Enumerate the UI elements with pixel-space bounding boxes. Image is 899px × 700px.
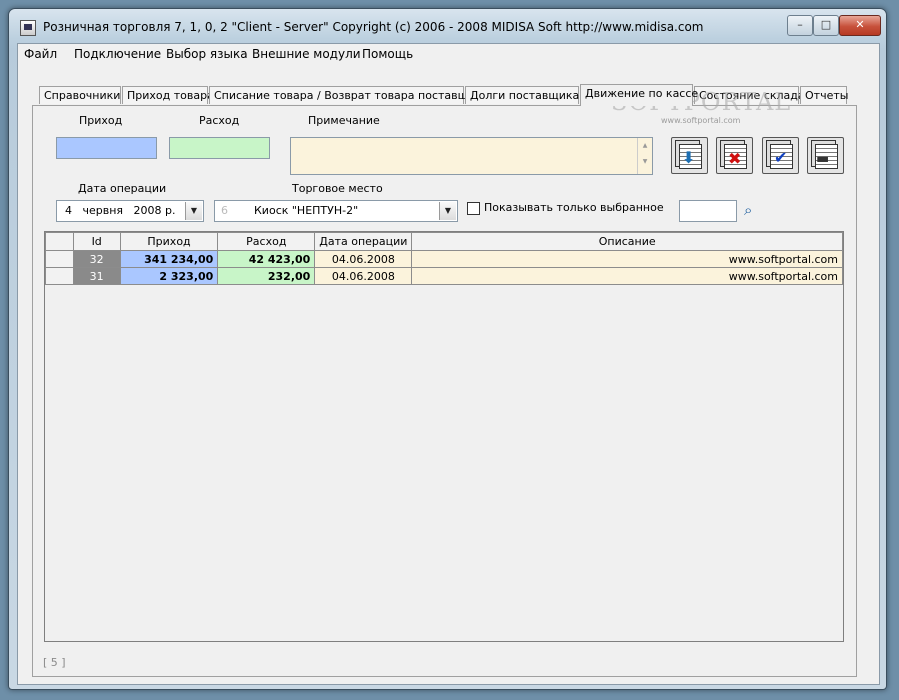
red-x-icon: ✖ <box>728 149 742 168</box>
client-area: Файл Подключение Выбор языка Внешние мод… <box>17 43 880 685</box>
maximize-button[interactable]: □ <box>813 15 839 36</box>
app-icon <box>20 20 36 36</box>
check-icon: ✔ <box>774 148 788 167</box>
place-code: 6 <box>221 204 228 217</box>
menu-language[interactable]: Выбор языка <box>166 47 248 61</box>
menu-bar: Файл Подключение Выбор языка Внешние мод… <box>18 44 879 64</box>
menu-connection[interactable]: Подключение <box>74 47 161 61</box>
cell-income[interactable]: 341 234,00 <box>119 250 219 268</box>
window-title: Розничная торговля 7, 1, 0, 2 "Client - … <box>43 20 704 34</box>
column-header-income[interactable]: Приход <box>119 232 219 251</box>
cell-income[interactable]: 2 323,00 <box>119 267 219 285</box>
status-record-count: [ 5 ] <box>43 656 66 669</box>
expense-label: Расход <box>199 114 240 127</box>
place-select[interactable]: 6 Киоск "НЕПТУН-2" ▼ <box>214 200 458 222</box>
expense-field[interactable] <box>169 137 270 159</box>
show-selected-checkbox[interactable] <box>467 202 480 215</box>
watermark-sub: www.softportal.com <box>661 116 741 125</box>
tab-reports[interactable]: Отчеты <box>800 86 848 104</box>
tab-directories[interactable]: Справочники <box>39 86 121 104</box>
down-arrow-icon: ⬇ <box>682 148 696 167</box>
app-window: Розничная торговля 7, 1, 0, 2 "Client - … <box>8 8 887 690</box>
cell-id[interactable]: 31 <box>72 267 121 285</box>
table-row[interactable]: 31 2 323,00 232,00 04.06.2008 www.softpo… <box>45 267 843 285</box>
note-scrollbar[interactable]: ▲ ▼ <box>637 138 652 174</box>
chevron-down-icon[interactable]: ▼ <box>439 202 456 220</box>
row-indicator[interactable] <box>45 267 74 285</box>
column-header-date[interactable]: Дата операции <box>314 232 413 251</box>
tab-goods-receipt[interactable]: Приход товара <box>122 86 214 104</box>
column-header-expense[interactable]: Расход <box>217 232 316 251</box>
table-header-row: Id Приход Расход Дата операции Описание <box>45 232 843 251</box>
tab-write-off[interactable]: Списание товара / Возврат товара поставщ… <box>209 86 488 104</box>
tab-supplier-debts[interactable]: Долги поставщикам <box>465 86 588 104</box>
cash-operations-grid: Id Приход Расход Дата операции Описание … <box>44 231 844 642</box>
menu-external-modules[interactable]: Внешние модули <box>252 47 361 61</box>
show-selected-label: Показывать только выбранное <box>484 201 664 214</box>
row-indicator[interactable] <box>45 250 74 268</box>
menu-file[interactable]: Файл <box>24 47 57 61</box>
search-input[interactable] <box>679 200 737 222</box>
date-picker[interactable]: 4 червня 2008 р. ▼ <box>56 200 204 222</box>
column-header-description[interactable]: Описание <box>411 232 843 251</box>
print-record-button[interactable]: ▬ <box>807 137 844 174</box>
close-button[interactable]: ✕ <box>839 15 881 36</box>
date-label: Дата операции <box>78 182 167 195</box>
search-icon[interactable]: ⌕ <box>744 201 752 219</box>
delete-record-button[interactable]: ✖ <box>716 137 753 174</box>
income-label: Приход <box>79 114 123 127</box>
save-record-button[interactable]: ⬇ <box>671 137 708 174</box>
note-label: Примечание <box>308 114 380 127</box>
date-value: 4 червня 2008 р. <box>65 204 176 217</box>
table-row[interactable]: 32 341 234,00 42 423,00 04.06.2008 www.s… <box>45 250 843 268</box>
tab-cash-movement[interactable]: Движение по кассе <box>580 84 698 106</box>
minimize-button[interactable]: – <box>787 15 813 36</box>
row-indicator-header <box>45 232 74 251</box>
title-bar[interactable]: Розничная торговля 7, 1, 0, 2 "Client - … <box>9 9 886 43</box>
place-label: Торговое место <box>292 182 383 195</box>
menu-help[interactable]: Помощь <box>362 47 413 61</box>
chevron-down-icon[interactable]: ▼ <box>185 202 202 220</box>
approve-record-button[interactable]: ✔ <box>762 137 799 174</box>
cell-date[interactable]: 04.06.2008 <box>314 267 413 285</box>
cell-description[interactable]: www.softportal.com <box>411 267 843 285</box>
column-header-id[interactable]: Id <box>72 232 121 251</box>
printer-icon: ▬ <box>816 151 830 167</box>
operations-table: Id Приход Расход Дата операции Описание … <box>45 232 843 285</box>
cell-expense[interactable]: 232,00 <box>217 267 316 285</box>
cell-id[interactable]: 32 <box>72 250 121 268</box>
cell-expense[interactable]: 42 423,00 <box>217 250 316 268</box>
cell-description[interactable]: www.softportal.com <box>411 250 843 268</box>
place-value: Киоск "НЕПТУН-2" <box>254 204 359 217</box>
income-field[interactable] <box>56 137 157 159</box>
cell-date[interactable]: 04.06.2008 <box>314 250 413 268</box>
note-field[interactable]: ▲ ▼ <box>290 137 653 175</box>
